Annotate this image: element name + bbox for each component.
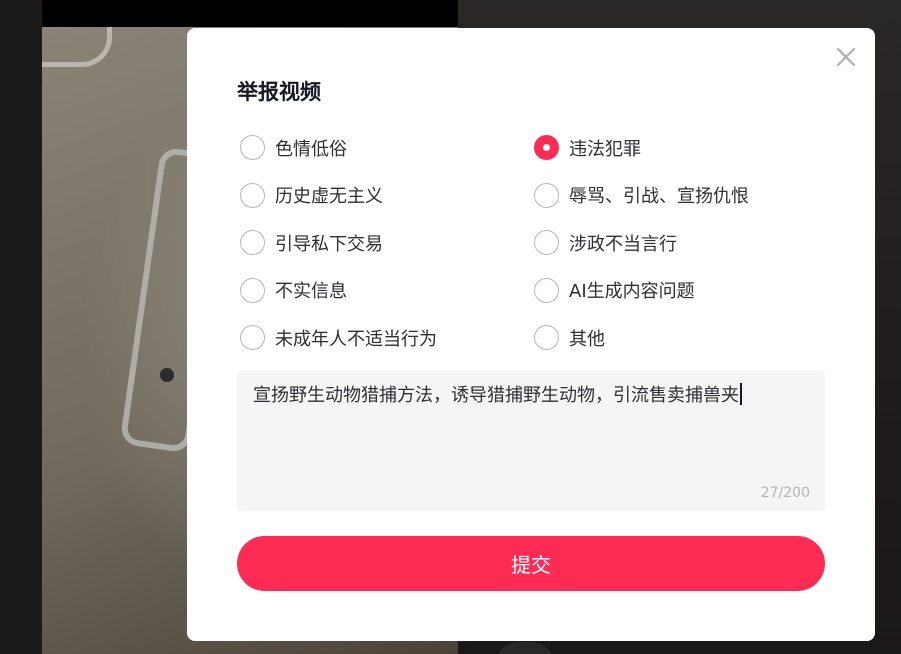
reason-label: AI生成内容问题 [569, 281, 695, 303]
reason-label: 涉政不当言行 [569, 233, 677, 255]
submit-button[interactable]: 提交 [237, 536, 825, 591]
dialog-title: 举报视频 [237, 80, 321, 104]
reason-label: 历史虚无主义 [275, 186, 383, 208]
reason-label: 违法犯罪 [569, 138, 641, 160]
close-icon[interactable] [835, 46, 857, 68]
reason-option[interactable]: 色情低俗 [240, 124, 534, 172]
radio-button-checked[interactable] [534, 135, 559, 161]
reason-option[interactable]: 涉政不当言行 [534, 219, 828, 267]
radio-button[interactable] [240, 277, 265, 303]
radio-button[interactable] [240, 325, 265, 351]
reason-option[interactable]: 辱骂、引战、宣扬仇恨 [534, 172, 828, 220]
video-top-bar [42, 0, 458, 27]
description-text: 宣扬野生动物猎捕方法，诱导猎捕野生动物，引流售卖捕兽夹 [253, 385, 739, 406]
char-counter: 27/200 [760, 485, 810, 501]
reason-label: 不实信息 [275, 281, 347, 303]
text-caret [740, 383, 742, 405]
report-reason-list: 色情低俗 违法犯罪 历史虚无主义 辱骂、引战、宣扬仇恨 引导私下交易 涉政不当言… [240, 124, 828, 362]
reason-label: 色情低俗 [275, 138, 347, 160]
reason-label: 引导私下交易 [275, 233, 383, 255]
reason-option[interactable]: 不实信息 [240, 267, 534, 315]
reason-label: 其他 [569, 328, 605, 350]
radio-button[interactable] [534, 230, 559, 256]
reason-option[interactable]: 历史虚无主义 [240, 172, 534, 220]
reason-option[interactable]: 违法犯罪 [534, 124, 828, 172]
radio-button[interactable] [534, 182, 559, 208]
reason-option[interactable]: AI生成内容问题 [534, 267, 828, 315]
reason-option[interactable]: 引导私下交易 [240, 219, 534, 267]
radio-button[interactable] [240, 182, 265, 208]
reason-option[interactable]: 未成年人不适当行为 [240, 314, 534, 362]
radio-button[interactable] [534, 325, 559, 351]
background-left [0, 0, 42, 654]
radio-button[interactable] [240, 230, 265, 256]
description-textarea[interactable]: 宣扬野生动物猎捕方法，诱导猎捕野生动物，引流售卖捕兽夹 27/200 [237, 371, 825, 511]
report-dialog: 举报视频 色情低俗 违法犯罪 历史虚无主义 辱骂、引战、宣扬仇恨 引导私下交易 … [187, 28, 875, 641]
radio-button[interactable] [240, 135, 265, 161]
radio-button[interactable] [534, 277, 559, 303]
reason-label: 辱骂、引战、宣扬仇恨 [569, 186, 749, 208]
video-object [160, 368, 174, 382]
reason-option[interactable]: 其他 [534, 314, 828, 362]
reason-label: 未成年人不适当行为 [275, 328, 437, 350]
